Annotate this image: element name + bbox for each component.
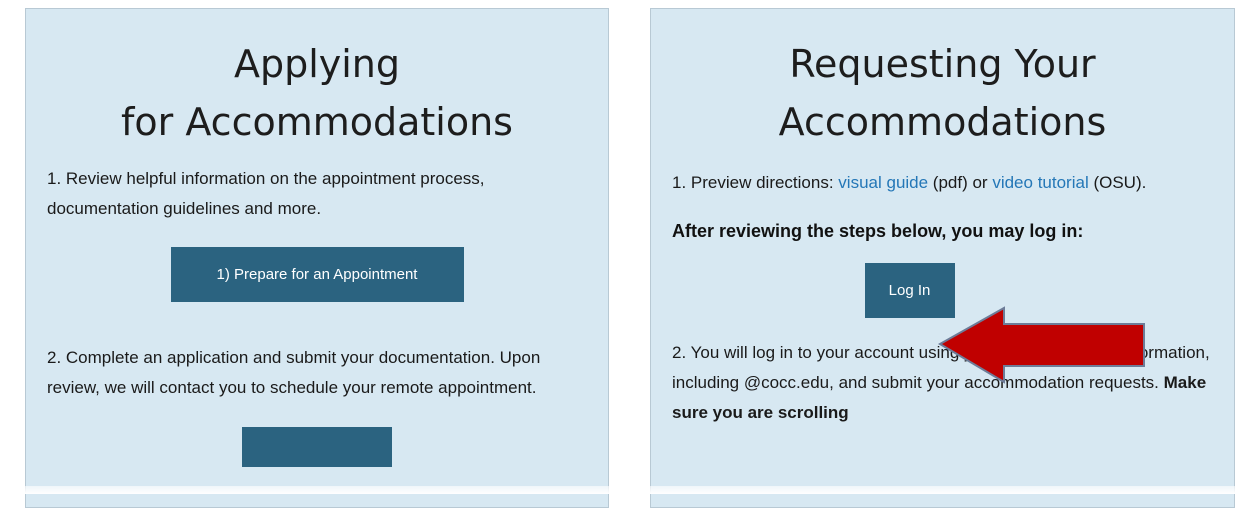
applying-step2-text: 2. Complete an application and submit yo…: [47, 348, 541, 397]
bottom-fade: [0, 486, 1254, 494]
step1-prefix: 1. Preview directions:: [672, 173, 839, 192]
login-instruction: After reviewing the steps below, you may…: [672, 221, 1084, 241]
visual-guide-link[interactable]: visual guide: [838, 173, 928, 192]
requesting-card: Requesting Your Accommodations 1. Previe…: [650, 8, 1235, 508]
osu-text: (OSU).: [1088, 173, 1147, 192]
applying-card: Applying for Accommodations 1. Review he…: [25, 8, 609, 508]
applying-title-line2: for Accommodations: [121, 100, 513, 144]
application-button[interactable]: [242, 427, 392, 467]
requesting-step1-text: 1. Preview directions: visual guide (pdf…: [672, 168, 1213, 198]
prepare-appointment-button[interactable]: 1) Prepare for an Appointment: [170, 247, 464, 302]
applying-title-line1: Applying: [233, 42, 401, 86]
applying-step1-text: 1. Review helpful information on the app…: [47, 169, 485, 218]
left-pointing-arrow-icon: [938, 306, 1145, 384]
video-tutorial-link[interactable]: video tutorial: [992, 173, 1088, 192]
applying-title: Applying for Accommodations: [47, 9, 587, 151]
requesting-title-line2: Accommodations: [778, 100, 1107, 144]
requesting-title: Requesting Your Accommodations: [672, 9, 1213, 151]
requesting-title-line1: Requesting Your: [789, 42, 1096, 86]
pdf-text: (pdf) or: [928, 173, 993, 192]
